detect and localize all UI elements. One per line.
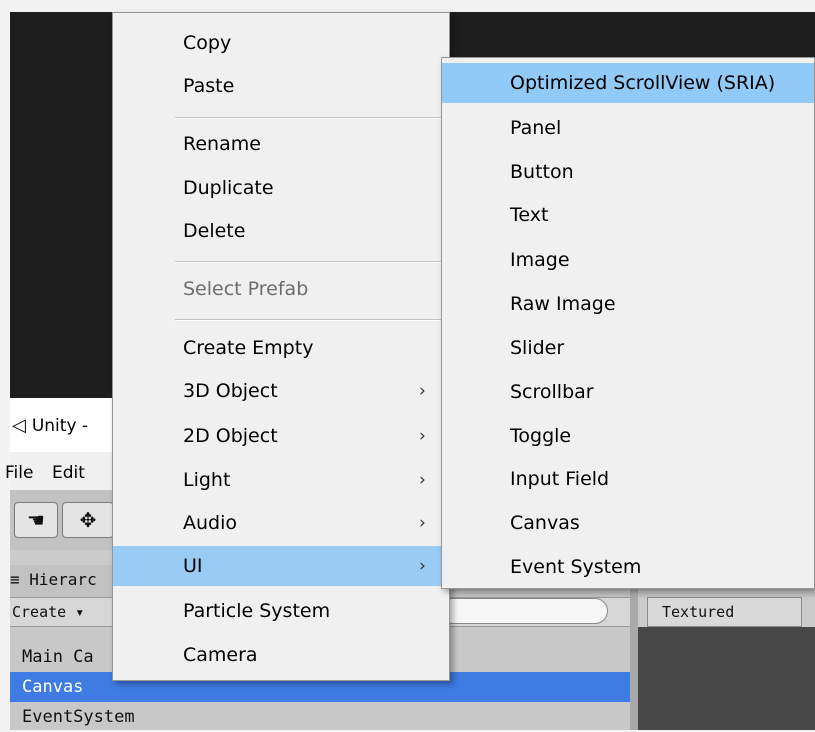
create-dropdown[interactable]: Create ▾ xyxy=(12,603,84,621)
menu-item-light[interactable]: Light › xyxy=(113,460,449,500)
scene-view xyxy=(638,627,815,730)
menu-item-label: Delete xyxy=(183,220,246,242)
search-input[interactable] xyxy=(440,598,608,624)
submenu-item-button[interactable]: Button xyxy=(442,152,814,192)
unity-logo-icon: ◁ xyxy=(12,415,26,436)
chevron-right-icon: › xyxy=(419,470,426,490)
menu-item-label: Select Prefab xyxy=(183,278,309,300)
menu-edit[interactable]: Edit xyxy=(52,463,85,483)
menu-item-label: Duplicate xyxy=(183,177,274,199)
panel-divider[interactable] xyxy=(630,565,638,730)
menu-item-delete[interactable]: Delete xyxy=(113,211,449,251)
submenu-item-label: Scrollbar xyxy=(510,381,594,403)
menu-item-label: UI xyxy=(183,555,203,577)
hierarchy-row-eventsystem[interactable]: EventSystem xyxy=(10,702,630,732)
submenu-item-label: Slider xyxy=(510,337,565,359)
menu-item-label: 2D Object xyxy=(183,425,278,447)
menu-item-label: Audio xyxy=(183,512,238,534)
menu-item-label: Particle System xyxy=(183,600,331,622)
hand-tool-button[interactable]: ☚ xyxy=(14,502,58,538)
menu-item-label: Camera xyxy=(183,644,258,666)
menu-separator xyxy=(175,319,447,321)
submenu-item-label: Optimized ScrollView (SRIA) xyxy=(510,72,776,94)
submenu-item-slider[interactable]: Slider xyxy=(442,328,814,368)
menu-item-copy[interactable]: Copy xyxy=(113,23,449,63)
submenu-item-raw-image[interactable]: Raw Image xyxy=(442,284,814,324)
menu-item-camera[interactable]: Camera xyxy=(113,635,449,675)
menu-item-rename[interactable]: Rename xyxy=(113,124,449,164)
hand-tool-icon: ☚ xyxy=(27,508,45,532)
submenu-item-label: Raw Image xyxy=(510,293,616,315)
menu-item-label: Create Empty xyxy=(183,337,314,359)
chevron-right-icon: › xyxy=(419,556,426,576)
menu-item-label: Paste xyxy=(183,75,235,97)
menu-item-label: Copy xyxy=(183,32,232,54)
submenu-item-label: Text xyxy=(510,204,549,226)
submenu-item-label: Image xyxy=(510,249,570,271)
submenu-item-scrollbar[interactable]: Scrollbar xyxy=(442,372,814,412)
menu-item-2d-object[interactable]: 2D Object › xyxy=(113,416,449,456)
shading-mode-dropdown[interactable]: Textured xyxy=(647,597,802,627)
menu-item-particle-system[interactable]: Particle System xyxy=(113,591,449,631)
chevron-right-icon: › xyxy=(419,426,426,446)
menu-item-label: 3D Object xyxy=(183,380,278,402)
submenu-item-label: Event System xyxy=(510,556,642,578)
submenu-item-label: Panel xyxy=(510,117,562,139)
menu-item-paste[interactable]: Paste xyxy=(113,66,449,106)
menu-file[interactable]: File xyxy=(5,463,33,483)
submenu-item-label: Canvas xyxy=(510,512,580,534)
submenu-item-label: Button xyxy=(510,161,574,183)
menu-item-duplicate[interactable]: Duplicate xyxy=(113,168,449,208)
move-tool-button[interactable]: ✥ xyxy=(62,502,114,538)
submenu-item-input-field[interactable]: Input Field xyxy=(442,459,814,499)
window-title: ◁ Unity - xyxy=(12,415,88,436)
menu-item-3d-object[interactable]: 3D Object › xyxy=(113,371,449,411)
menu-item-create-empty[interactable]: Create Empty xyxy=(113,328,449,368)
menu-separator xyxy=(175,261,447,263)
menu-separator xyxy=(175,117,447,119)
menu-item-label: Light xyxy=(183,469,231,491)
chevron-right-icon: › xyxy=(419,381,426,401)
menu-item-select-prefab: Select Prefab xyxy=(113,269,449,309)
submenu-item-optimized-scrollview[interactable]: Optimized ScrollView (SRIA) xyxy=(442,63,814,103)
submenu-item-label: Input Field xyxy=(510,468,610,490)
submenu-item-image[interactable]: Image xyxy=(442,240,814,280)
ui-submenu: Optimized ScrollView (SRIA) Panel Button… xyxy=(441,57,815,589)
chevron-right-icon: › xyxy=(419,513,426,533)
submenu-item-event-system[interactable]: Event System xyxy=(442,547,814,587)
move-tool-icon: ✥ xyxy=(79,508,97,532)
menu-item-label: Rename xyxy=(183,133,261,155)
menu-item-audio[interactable]: Audio › xyxy=(113,503,449,543)
context-menu: Copy Paste Rename Duplicate Delete Selec… xyxy=(112,12,450,681)
submenu-item-text[interactable]: Text xyxy=(442,195,814,235)
submenu-item-label: Toggle xyxy=(510,425,572,447)
window-title-text: Unity - xyxy=(31,416,89,436)
hierarchy-tab[interactable]: ≡ Hierarc xyxy=(10,570,97,589)
submenu-item-toggle[interactable]: Toggle xyxy=(442,416,814,456)
submenu-item-canvas[interactable]: Canvas xyxy=(442,503,814,543)
submenu-item-panel[interactable]: Panel xyxy=(442,108,814,148)
menu-item-ui[interactable]: UI › xyxy=(113,546,449,586)
